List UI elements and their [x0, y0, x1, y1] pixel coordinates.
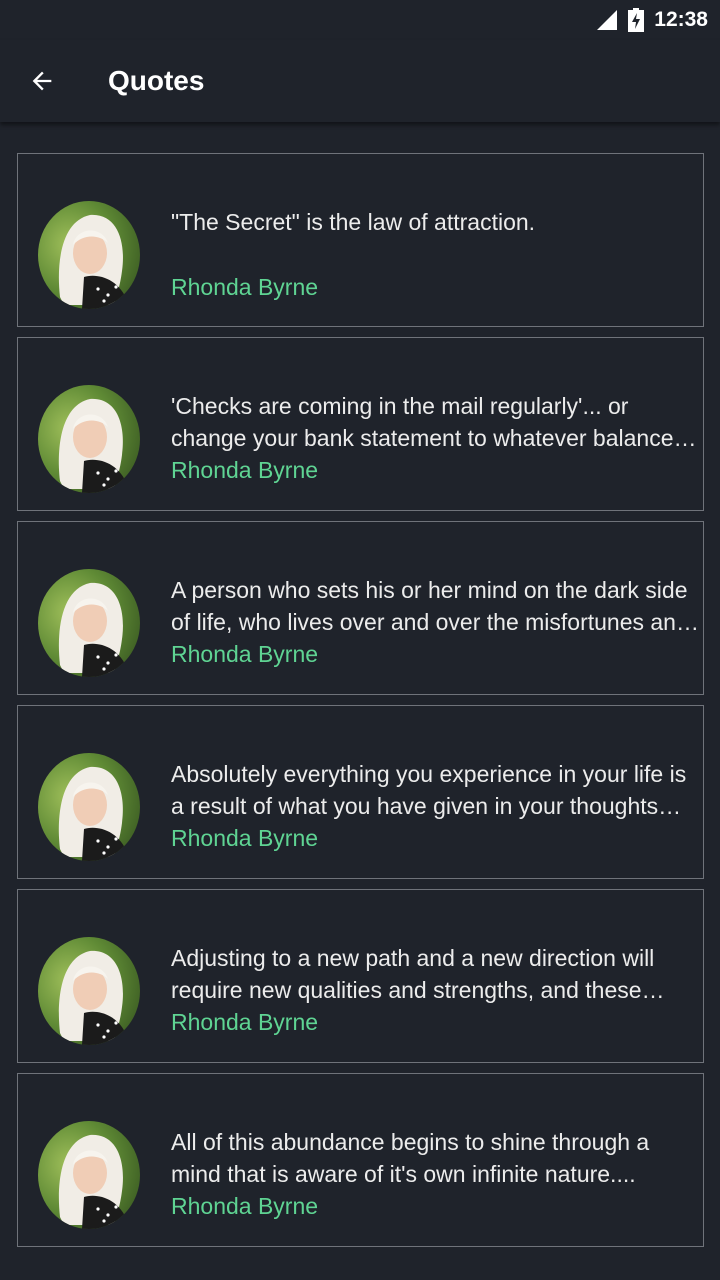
quote-text-block: Absolutely everything you experience in …	[171, 758, 699, 854]
quote-card[interactable]: 'Checks are coming in the mail regularly…	[17, 337, 704, 511]
status-time: 12:38	[654, 8, 708, 31]
author-avatar	[38, 201, 140, 309]
quote-text-block: 'Checks are coming in the mail regularly…	[171, 390, 699, 486]
quote-text: 'Checks are coming in the mail regularly…	[171, 393, 674, 451]
quote-text: A person who sets his or her mind on the…	[171, 577, 689, 635]
back-button[interactable]	[0, 40, 84, 122]
quote-text: "The Secret" is the law of attraction.	[171, 209, 536, 235]
page-title: Quotes	[108, 65, 205, 96]
author-avatar	[38, 1121, 140, 1229]
author-avatar	[38, 569, 140, 677]
author-avatar	[38, 753, 140, 861]
quote-text: Adjusting to a new path and a new direct…	[171, 945, 655, 1003]
author-avatar	[38, 385, 140, 493]
quote-card[interactable]: A person who sets his or her mind on the…	[17, 521, 704, 695]
app-bar: Quotes	[0, 40, 720, 122]
quote-author: Rhonda Byrne	[171, 825, 319, 851]
quote-author: Rhonda Byrne	[171, 641, 319, 667]
quote-list: "The Secret" is the law of attraction. R…	[17, 153, 704, 1257]
quote-author: Rhonda Byrne	[171, 457, 319, 483]
quote-text-block: A person who sets his or her mind on the…	[171, 574, 699, 670]
arrow-back-icon	[32, 71, 52, 91]
signal-icon	[596, 9, 618, 31]
author-avatar	[38, 937, 140, 1045]
quote-text-block: "The Secret" is the law of attraction. R…	[171, 206, 699, 303]
quote-text-block: All of this abundance begins to shine th…	[171, 1126, 699, 1222]
quote-author: Rhonda Byrne	[171, 1193, 319, 1219]
status-bar: 12:38	[0, 0, 720, 40]
quote-card[interactable]: All of this abundance begins to shine th…	[17, 1073, 704, 1247]
quote-text: All of this abundance begins to shine th…	[171, 1129, 650, 1187]
quote-author: Rhonda Byrne	[171, 1009, 319, 1035]
quote-card[interactable]: Adjusting to a new path and a new direct…	[17, 889, 704, 1063]
quote-text: Absolutely everything you experience in …	[171, 761, 687, 819]
quote-card[interactable]: "The Secret" is the law of attraction. R…	[17, 153, 704, 327]
battery-charging-icon	[628, 8, 645, 32]
quote-author: Rhonda Byrne	[171, 274, 319, 300]
quote-text-block: Adjusting to a new path and a new direct…	[171, 942, 699, 1038]
quote-card[interactable]: Absolutely everything you experience in …	[17, 705, 704, 879]
